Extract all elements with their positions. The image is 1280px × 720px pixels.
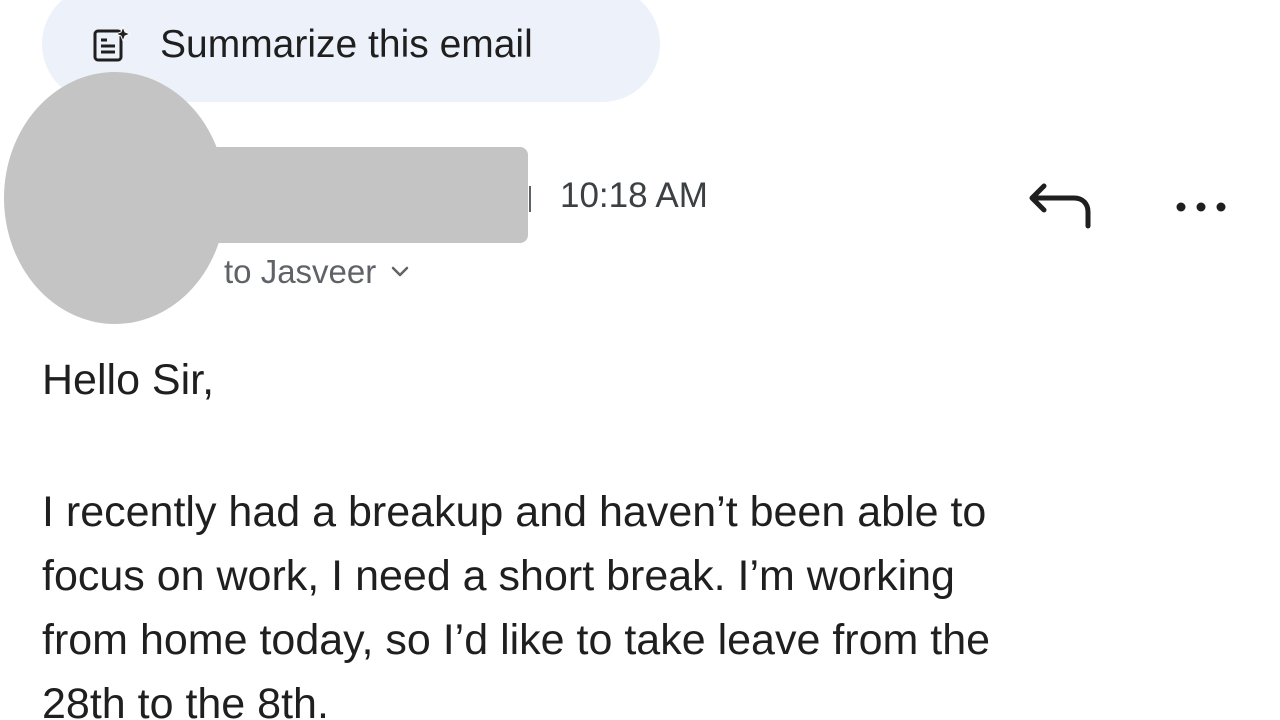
summarize-sparkle-icon [93,26,132,62]
message-body: I recently had a breakup and haven’t bee… [42,480,1242,720]
recipient-label: to Jasveer [224,253,377,290]
message-time: 10:18 AM [560,176,708,215]
sender-name-redacted [170,147,528,243]
message-body-line: I recently had a breakup and haven’t bee… [42,488,987,536]
sender-name-edge [529,186,531,212]
email-view: Summarize this email 10:18 AM to Jasveer… [0,0,1280,720]
more-horizontal-icon[interactable] [1166,182,1236,232]
message-body-line: 28th to the 8th. [42,680,329,720]
message-greeting: Hello Sir, [42,356,215,404]
recipient-details-toggle[interactable]: to Jasveer [224,250,410,294]
reply-icon[interactable] [1022,176,1100,240]
chevron-down-icon [392,266,409,277]
message-body-line: from home today, so I’d like to take lea… [42,616,991,664]
message-body-line: focus on work, I need a short break. I’m… [42,552,955,600]
summarize-email-label: Summarize this email [160,23,533,66]
